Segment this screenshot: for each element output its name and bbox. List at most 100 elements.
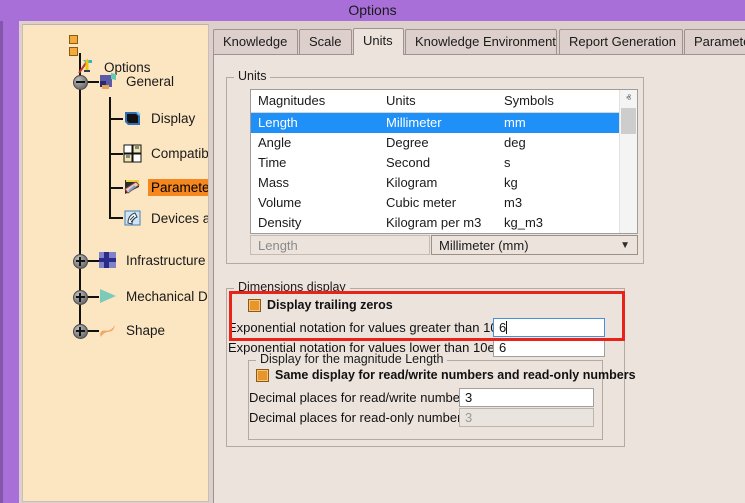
tab-label: Knowledge Environment [415,34,556,49]
units-table-scrollbar[interactable]: ⱏ ⱟ [619,90,637,233]
shape-flag-icon [97,320,119,340]
tree-branch-line [109,97,111,217]
tab-scale[interactable]: Scale [299,29,352,55]
table-row[interactable]: Volume Cubic meter m3 [251,193,637,213]
sidebar-item-compatibility[interactable]: Compatibility [122,142,209,164]
cell-unit: Kilogram per m3 [379,213,497,233]
sidebar-item-infrastructure[interactable]: Infrastructure [97,249,209,271]
devices-hand-icon [122,208,144,228]
dimensions-display-group: Dimensions display Display trailing zero… [226,288,625,447]
column-header-symbols: Symbols [497,90,617,112]
cell-symbol: m3 [497,193,617,213]
tab-label: Knowledge [223,34,287,49]
decimal-read-write-input[interactable]: 3 [459,388,594,407]
sidebar-item-shape[interactable]: Shape [97,319,168,341]
tree-connector-display [109,118,123,120]
text-caret [506,321,507,334]
magnitude-display-group: Display for the magnitude Length Same di… [248,360,603,440]
tab-report-generation[interactable]: Report Generation [559,29,683,55]
decimal-read-only-input: 3 [459,408,594,427]
cell-unit: Cubic meter [379,193,497,213]
tree-item-label: Shape [123,322,168,339]
tab-knowledge[interactable]: Knowledge [213,29,298,55]
tree-item-label: Parameters and M [148,179,209,196]
compatibility-disk-icon [122,143,144,163]
cell-magnitude: Length [251,113,379,133]
exponential-greater-input[interactable]: 6 [493,318,605,337]
tools-icon [75,57,97,77]
input-value: 3 [465,390,472,405]
tree-connector-parameters [109,187,123,189]
tree-item-label: Compatibility [148,145,209,162]
cell-symbol: kg [497,173,617,193]
tree-expander-shape[interactable] [73,324,88,339]
decimal-read-write-label: Decimal places for read/write numbers [249,388,459,408]
tree-item-label: Devices and Virtua [148,210,209,227]
sidebar-item-general[interactable]: General [97,70,177,92]
decimal-read-write-row: Decimal places for read/write numbers 3 [249,388,594,408]
tab-units[interactable]: Units [353,28,404,55]
tree-root-marker-bottom [69,47,78,56]
tab-knowledge-environment[interactable]: Knowledge Environment [405,29,557,55]
unit-select-value: Millimeter (mm) [439,238,529,253]
display-trailing-zeros-checkbox[interactable]: Display trailing zeros [248,298,393,312]
cell-unit: Degree [379,133,497,153]
table-row[interactable]: Mass Kilogram kg [251,173,637,193]
sidebar-item-parameters-and-measure[interactable]: Parameters and M [122,176,209,198]
cell-magnitude: Density [251,213,379,233]
window-title: Options [348,2,396,18]
chevron-down-icon: ▼ [620,236,630,256]
tree-item-label: Display [148,110,198,127]
table-row[interactable]: Time Second s [251,153,637,173]
tab-parameters-tolerance[interactable]: Parameters Tol [684,29,745,55]
column-header-units: Units [379,90,497,112]
infrastructure-icon [97,250,119,270]
tree-connector-compatibility [109,153,123,155]
sidebar-item-display[interactable]: Display [122,107,198,129]
cell-symbol: deg [497,133,617,153]
units-group-title: Units [234,69,270,83]
exponential-lower-input[interactable]: 6 [493,338,605,357]
unit-select[interactable]: Millimeter (mm) ▼ [431,235,638,255]
input-value: 3 [465,410,472,425]
mechanical-design-icon [97,286,119,306]
cell-unit: Kilogram [379,173,497,193]
general-folder-icon [97,71,119,91]
same-display-checkbox[interactable]: Same display for read/write numbers and … [256,368,636,382]
cell-symbol: s [497,153,617,173]
table-row[interactable]: Angle Degree deg [251,133,637,153]
selected-magnitude-label: Length [250,235,430,255]
exponential-greater-label: Exponential notation for values greater … [228,318,493,338]
tree-root-marker-top [69,35,78,44]
checkbox-checked-icon [256,369,269,382]
decimal-read-only-row: Decimal places for read-only numbers 3 [249,408,594,428]
units-table[interactable]: Magnitudes Units Symbols Length Millimet… [250,89,638,234]
tree-item-label: General [123,73,177,90]
table-row[interactable]: Density Kilogram per m3 kg_m3 [251,213,637,233]
options-tab-bar: Knowledge Scale Units Knowledge Environm… [213,29,745,55]
checkbox-label: Display trailing zeros [267,298,393,312]
units-group: Units Magnitudes Units Symbols Length Mi… [226,77,644,264]
options-category-tree[interactable]: Options General Display Compatib Paramet… [22,24,209,502]
options-dialog-window: Options Options General Display Compatib… [0,0,745,503]
cell-symbol: kg_m3 [497,213,617,233]
scroll-up-arrow[interactable]: ⱏ [620,90,637,107]
tree-item-label: Mechanical Design [123,288,209,305]
sidebar-item-mechanical-design[interactable]: Mechanical Design [97,285,209,307]
units-table-header: Magnitudes Units Symbols [251,90,637,113]
cell-magnitude: Mass [251,173,379,193]
tab-label: Parameters Tol [694,34,745,49]
cell-unit: Millimeter [379,113,497,133]
cell-symbol: mm [497,113,617,133]
table-row[interactable]: Length Millimeter mm [251,113,637,133]
scroll-down-arrow[interactable]: ⱟ [620,216,637,233]
decimal-read-only-label: Decimal places for read-only numbers [249,408,459,428]
tree-root: Options General Display Compatib Paramet… [23,25,208,501]
input-value: 6 [499,340,506,355]
sidebar-item-devices-and-virtual-reality[interactable]: Devices and Virtua [122,207,209,229]
scrollbar-thumb[interactable] [621,108,636,134]
tree-expander-infrastructure[interactable] [73,254,88,269]
tree-expander-mechanical-design[interactable] [73,290,88,305]
checkbox-checked-icon [248,299,261,312]
tab-label: Report Generation [569,34,676,49]
